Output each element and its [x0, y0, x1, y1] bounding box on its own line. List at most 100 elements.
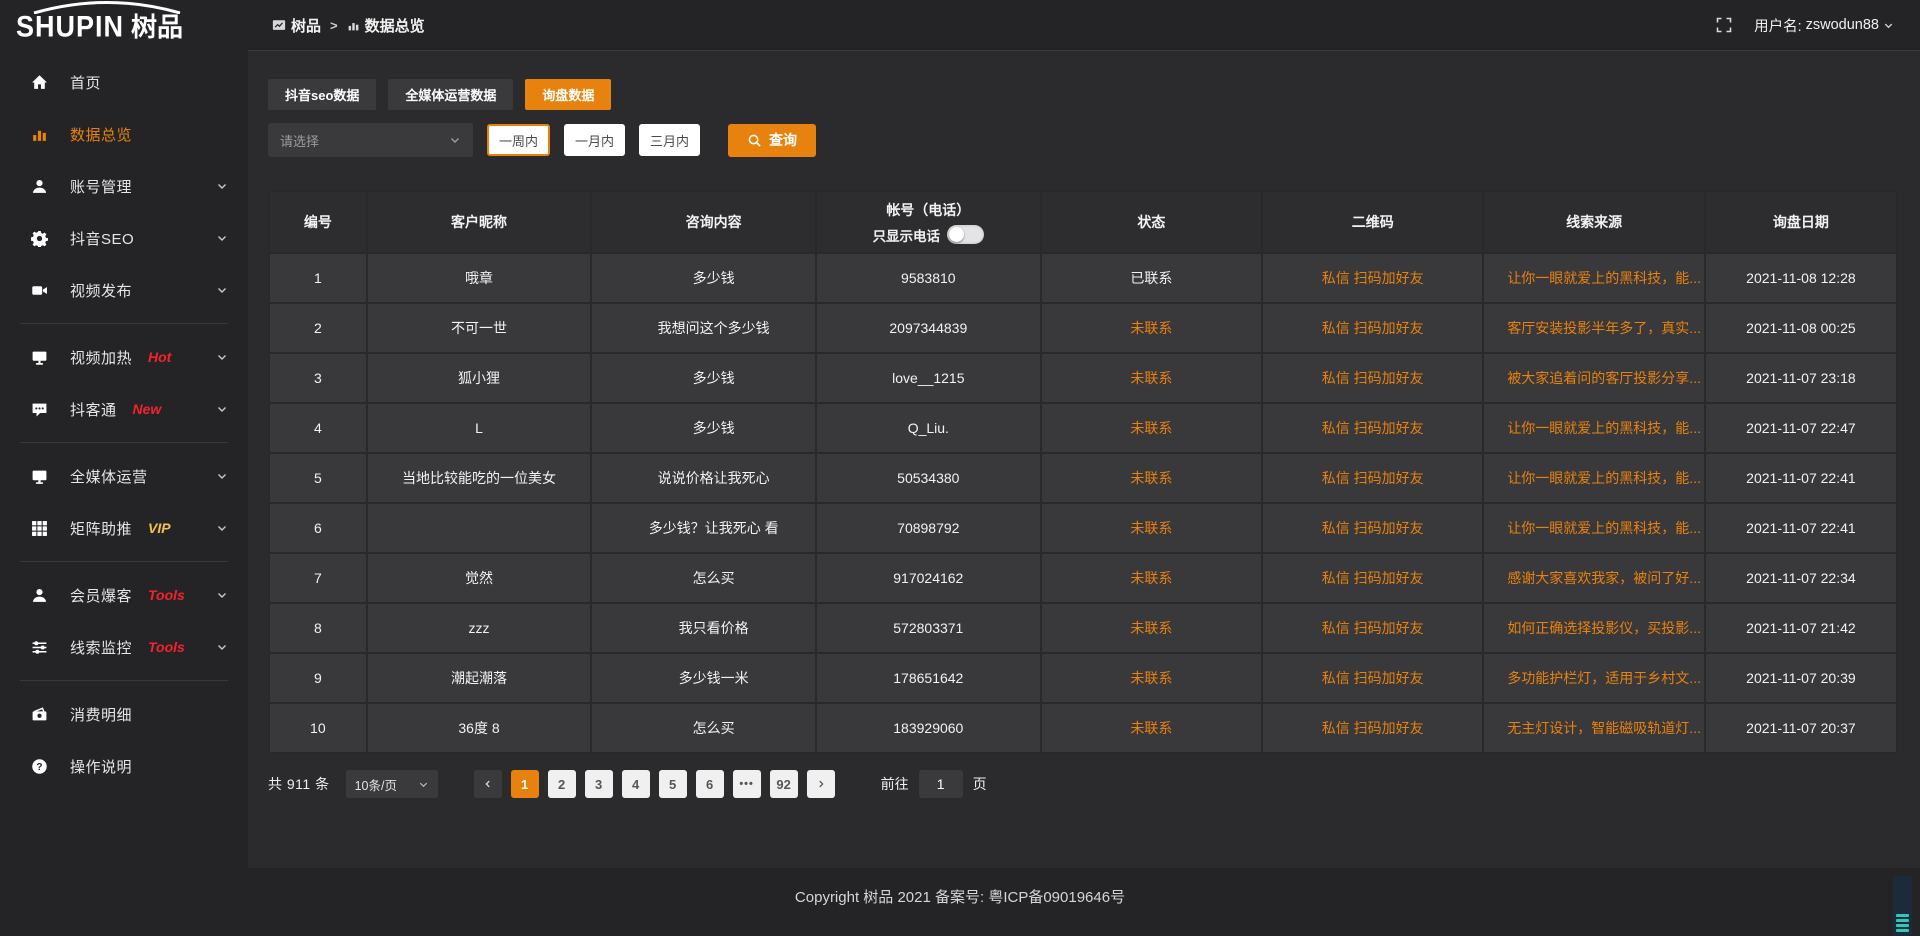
- status-badge: 未联系: [1130, 520, 1172, 536]
- lead-source-link[interactable]: 如何正确选择投影仪，买投影...: [1507, 620, 1701, 636]
- sidebar-item-member-burst[interactable]: 会员爆客 Tools: [0, 569, 248, 621]
- breadcrumb-home[interactable]: 树品: [272, 15, 321, 36]
- chevron-left-icon: [483, 779, 493, 789]
- sidebar-item-douyin-seo[interactable]: 抖音SEO: [0, 212, 248, 264]
- account-select[interactable]: 请选择: [268, 123, 473, 157]
- tab-omni-media-data[interactable]: 全媒体运营数据: [388, 79, 513, 110]
- chevron-right-icon: [816, 779, 826, 789]
- sidebar-item-label: 首页: [70, 72, 101, 93]
- range-week-button[interactable]: 一周内: [487, 124, 550, 156]
- breadcrumb-current[interactable]: 数据总览: [347, 15, 425, 36]
- cell-content: 怎么买: [591, 553, 816, 603]
- page-button-1[interactable]: 1: [511, 770, 539, 798]
- qr-action-link[interactable]: 私信 扫码加好友: [1322, 570, 1424, 586]
- cell-account: 572803371: [816, 603, 1041, 653]
- qr-action-link[interactable]: 私信 扫码加好友: [1322, 270, 1424, 286]
- page-size-select[interactable]: 10条/页: [346, 770, 438, 798]
- qr-action-link[interactable]: 私信 扫码加好友: [1322, 370, 1424, 386]
- goto-page-input[interactable]: [919, 770, 963, 798]
- page-button-92[interactable]: 92: [770, 770, 798, 798]
- header-nickname: 客户昵称: [367, 191, 592, 253]
- chevron-down-icon: [216, 351, 228, 363]
- chevron-down-icon: [216, 641, 228, 653]
- chevron-down-icon: [216, 522, 228, 534]
- fullscreen-icon[interactable]: [1716, 17, 1732, 33]
- cell-account: 2097344839: [816, 303, 1041, 353]
- sidebar-divider: [20, 442, 228, 443]
- lead-source-link[interactable]: 无主灯设计，智能磁吸轨道灯...: [1507, 720, 1701, 736]
- lead-source-link[interactable]: 多功能护栏灯，适用于乡村文...: [1507, 670, 1701, 686]
- sidebar-item-expense-detail[interactable]: 消费明细: [0, 688, 248, 740]
- lead-source-link[interactable]: 让你一眼就爱上的黑科技，能...: [1507, 270, 1701, 286]
- member-icon: [30, 587, 49, 604]
- tools-badge: Tools: [148, 587, 185, 603]
- table-row: 2 不可一世 我想问这个多少钱 2097344839 未联系 私信 扫码加好友 …: [269, 303, 1897, 353]
- chat-bubble-icon: [30, 401, 49, 418]
- page-button-6[interactable]: 6: [696, 770, 724, 798]
- top-bar: SHUPIN 树品 树品 > 数据总览 用户名: zswodun88: [0, 0, 1920, 50]
- next-page-button[interactable]: [807, 770, 835, 798]
- lead-source-link[interactable]: 客厅安装投影半年多了，真实...: [1507, 320, 1701, 336]
- sidebar-item-omni-media[interactable]: 全媒体运营: [0, 450, 248, 502]
- svg-text:?: ?: [36, 761, 42, 772]
- lead-source-link[interactable]: 感谢大家喜欢我家，被问了好...: [1507, 570, 1701, 586]
- qr-action-link[interactable]: 私信 扫码加好友: [1322, 720, 1424, 736]
- tab-douyin-seo-data[interactable]: 抖音seo数据: [268, 79, 376, 110]
- table-row: 7 觉然 怎么买 917024162 未联系 私信 扫码加好友 感谢大家喜欢我家…: [269, 553, 1897, 603]
- lead-source-link[interactable]: 让你一眼就爱上的黑科技，能...: [1507, 470, 1701, 486]
- cell-nickname: 狐小狸: [367, 353, 592, 403]
- inquiry-table: 编号 客户昵称 咨询内容 帐号（电话） 只显示电话 状态 二维码 线索来源 询盘…: [268, 190, 1898, 754]
- page-button-2[interactable]: 2: [548, 770, 576, 798]
- page-button-4[interactable]: 4: [622, 770, 650, 798]
- cell-date: 2021-11-07 22:41: [1705, 503, 1897, 553]
- range-quarter-button[interactable]: 三月内: [639, 124, 700, 156]
- qr-action-link[interactable]: 私信 扫码加好友: [1322, 470, 1424, 486]
- sidebar-item-lead-monitor[interactable]: 线索监控 Tools: [0, 621, 248, 673]
- qr-action-link[interactable]: 私信 扫码加好友: [1322, 320, 1424, 336]
- goto-label: 前往: [881, 774, 909, 794]
- sidebar-item-account-management[interactable]: 账号管理: [0, 160, 248, 212]
- page-button-5[interactable]: 5: [659, 770, 687, 798]
- sidebar-item-doukeTong[interactable]: 抖客通 New: [0, 383, 248, 435]
- cell-content: 怎么买: [591, 703, 816, 753]
- tab-inquiry-data[interactable]: 询盘数据: [525, 79, 611, 110]
- qr-action-link[interactable]: 私信 扫码加好友: [1322, 420, 1424, 436]
- cell-no: 9: [269, 653, 367, 703]
- lead-source-link[interactable]: 被大家追着问的客厅投影分享...: [1507, 370, 1701, 386]
- search-button[interactable]: 查询: [728, 124, 816, 157]
- cell-nickname: L: [367, 403, 592, 453]
- cell-nickname: 哦章: [367, 253, 592, 303]
- sidebar-item-video-publish[interactable]: 视频发布: [0, 264, 248, 316]
- qr-action-link[interactable]: 私信 扫码加好友: [1322, 620, 1424, 636]
- lead-source-link[interactable]: 让你一眼就爱上的黑科技，能...: [1507, 520, 1701, 536]
- app-logo[interactable]: SHUPIN 树品: [16, 7, 183, 44]
- phone-only-toggle[interactable]: [947, 225, 984, 244]
- page-ellipsis-button[interactable]: •••: [733, 770, 761, 798]
- cell-content: 我想问这个多少钱: [591, 303, 816, 353]
- sidebar-item-label: 抖客通: [70, 399, 117, 420]
- sidebar-item-data-overview[interactable]: 数据总览: [0, 108, 248, 160]
- goto-page: 前往 页: [881, 770, 987, 798]
- sidebar-item-instructions[interactable]: ? 操作说明: [0, 740, 248, 792]
- table-row: 3 狐小狸 多少钱 love__1215 未联系 私信 扫码加好友 被大家追着问…: [269, 353, 1897, 403]
- prev-page-button[interactable]: [474, 770, 502, 798]
- topbar-divider: [248, 50, 1920, 51]
- hot-badge: Hot: [148, 349, 171, 365]
- range-month-button[interactable]: 一月内: [564, 124, 625, 156]
- page-button-3[interactable]: 3: [585, 770, 613, 798]
- cell-nickname: 当地比较能吃的一位美女: [367, 453, 592, 503]
- header-no: 编号: [269, 191, 367, 253]
- table-row: 5 当地比较能吃的一位美女 说说价格让我死心 50534380 未联系 私信 扫…: [269, 453, 1897, 503]
- cell-date: 2021-11-07 21:42: [1705, 603, 1897, 653]
- lead-source-link[interactable]: 让你一眼就爱上的黑科技，能...: [1507, 420, 1701, 436]
- qr-action-link[interactable]: 私信 扫码加好友: [1322, 670, 1424, 686]
- sidebar-item-matrix-boost[interactable]: 矩阵助推 VIP: [0, 502, 248, 554]
- header-account-title: 帐号（电话）: [817, 200, 1040, 220]
- sidebar-item-video-heating[interactable]: 视频加热 Hot: [0, 331, 248, 383]
- table-row: 1 哦章 多少钱 9583810 已联系 私信 扫码加好友 让你一眼就爱上的黑科…: [269, 253, 1897, 303]
- sidebar-item-label: 账号管理: [70, 176, 132, 197]
- sidebar-item-home[interactable]: 首页: [0, 56, 248, 108]
- cell-nickname: [367, 503, 592, 553]
- user-menu[interactable]: 用户名: zswodun88: [1754, 15, 1894, 36]
- qr-action-link[interactable]: 私信 扫码加好友: [1322, 520, 1424, 536]
